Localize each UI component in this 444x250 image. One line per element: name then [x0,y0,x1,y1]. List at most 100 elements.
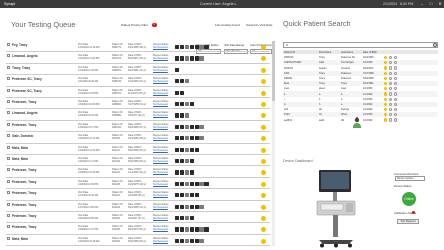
test-type-icon[interactable] [194,227,199,232]
alert-icon[interactable] [261,45,266,50]
test-type-icon[interactable] [194,204,199,209]
test-type-icon[interactable] [175,102,180,107]
test-type-icon[interactable] [194,181,199,187]
result-option-icon[interactable] [389,61,393,65]
result-option-icon[interactable] [394,56,398,60]
header-dob[interactable]: Date of Birth [363,51,377,54]
patient-name[interactable]: Pedersen, Tracy [12,203,36,207]
test-type-icon[interactable] [175,113,180,118]
alert-icon[interactable] [261,193,266,199]
test-type-icon[interactable] [199,136,204,141]
row-checkbox[interactable] [7,65,10,69]
result-option-icon[interactable] [394,108,398,112]
test-type-icon[interactable] [184,124,190,130]
test-type-icon[interactable] [189,227,194,232]
row-checkbox[interactable] [7,122,10,126]
review-status-link[interactable]: Not Reviewed [153,137,168,140]
result-option-icon[interactable] [394,66,398,70]
patient-name[interactable]: Pedersen SC, Tracy [12,77,42,81]
test-type-icon[interactable] [179,147,185,152]
test-type-icon[interactable] [179,113,185,118]
test-type-icon[interactable] [199,56,204,61]
review-status-link[interactable]: Not Reviewed [153,171,168,174]
test-type-icon[interactable] [184,79,190,84]
result-status-icon[interactable] [384,71,388,75]
patient-name[interactable]: Tracy, Tracy [12,66,30,70]
search-input[interactable]: # [283,42,438,48]
test-type-icon[interactable] [204,227,209,232]
test-type-icon[interactable] [189,193,194,198]
result-status-icon[interactable] [384,76,388,80]
test-type-icon[interactable] [184,227,190,232]
test-type-icon[interactable] [179,181,185,187]
test-type-icon[interactable] [194,147,199,152]
patient-name[interactable]: Linwood, Angelo [12,54,38,58]
result-option-icon[interactable] [394,102,398,106]
review-status-link[interactable]: Not Reviewed [153,114,168,117]
test-type-icon[interactable] [189,204,194,209]
alert-icon[interactable] [261,136,266,142]
queue-row[interactable]: Pedersen, Tracy Visit Date 1/28/2024 2:09 … [6,178,270,190]
test-type-icon[interactable] [189,45,194,50]
queue-row[interactable]: Fey, Tracy Visit Date 1/31/2024 12:16 PM Pa… [6,41,270,53]
row-checkbox[interactable] [7,54,10,58]
test-type-icon[interactable] [175,227,180,232]
alert-icon[interactable] [261,181,266,187]
test-type-icon[interactable] [189,181,194,187]
review-status-link[interactable]: Not Reviewed [153,160,168,163]
test-type-icon[interactable] [184,102,190,107]
test-type-icon[interactable] [175,193,180,198]
maximize-button[interactable]: □ [427,1,435,7]
test-type-icon[interactable] [189,56,194,61]
review-status-link[interactable]: Not Reviewed [153,103,168,106]
result-option-icon[interactable] [394,97,398,101]
header-last-name[interactable]: Last Name [341,51,353,54]
queue-scrollbar-thumb[interactable] [272,41,275,101]
queue-row[interactable]: Mela, Mela Visit Date 1/25/2024 10:48 AM Pa… [6,235,270,247]
review-status-link[interactable]: Not Reviewed [153,228,168,231]
queue-row[interactable]: Tracy, Tracy Visit Date 1/31/2024 1:26 PM P… [6,64,270,76]
test-type-icon[interactable] [189,170,194,175]
test-type-icon[interactable] [175,56,180,61]
test-type-icon[interactable] [199,238,204,244]
review-status-link[interactable]: Not Reviewed [153,46,168,49]
test-type-icon[interactable] [189,102,194,107]
review-status-link[interactable]: Not Reviewed [153,194,168,197]
test-type-icon[interactable] [184,113,190,118]
test-type-icon[interactable] [179,193,185,198]
test-type-icon[interactable] [184,147,190,152]
patient-name[interactable]: Mela, Mela [12,237,28,241]
test-type-icon[interactable] [175,90,180,95]
test-type-icon[interactable] [184,56,190,61]
test-type-icon[interactable] [199,124,204,130]
queue-row[interactable]: Linwood, Angelo Visit Date 1/31/2024 11:04… [6,52,270,64]
queue-row[interactable]: Pedersen, Tracy Visit Date 1/26/2024 1:37 … [6,223,270,235]
result-status-icon[interactable] [384,61,388,65]
result-option-icon[interactable] [394,82,398,86]
result-option-icon[interactable] [389,118,393,122]
result-status-icon[interactable] [384,92,388,96]
queue-row[interactable]: Pedersen SC, Tracy Visit Date 1/31/2024 2:… [6,87,270,98]
test-type-icon[interactable] [204,45,209,50]
queue-row[interactable]: Pedersen, Tracy Visit Date 1/30/2024 6:17 … [6,121,270,133]
alert-icon[interactable] [261,124,266,130]
device-select[interactable]: Device System [395,176,425,181]
row-checkbox[interactable] [7,179,10,183]
result-option-icon[interactable] [394,92,398,96]
patient-name[interactable]: Gale, Dominic [12,134,33,138]
priority-count-badge[interactable]: 1 [152,22,157,27]
test-type-icon[interactable] [194,56,199,61]
row-checkbox[interactable] [7,145,10,149]
row-checkbox[interactable] [7,134,10,138]
test-type-icon[interactable] [175,147,180,152]
result-option-icon[interactable] [389,71,393,75]
result-option-icon[interactable] [389,102,393,106]
minimize-button[interactable]: – [418,1,426,7]
test-type-icon[interactable] [175,204,180,209]
test-type-icon[interactable] [184,238,190,244]
test-type-icon[interactable] [184,193,190,198]
alert-icon[interactable] [261,79,266,85]
queue-row[interactable]: Mela, Mela Visit Date 1/29/2024 1:11 PM Pat… [6,155,270,167]
test-type-icon[interactable] [189,238,194,244]
queue-row[interactable]: Pedersen SC, Tracy Visit Date 1/31/2024 8:… [6,75,270,87]
